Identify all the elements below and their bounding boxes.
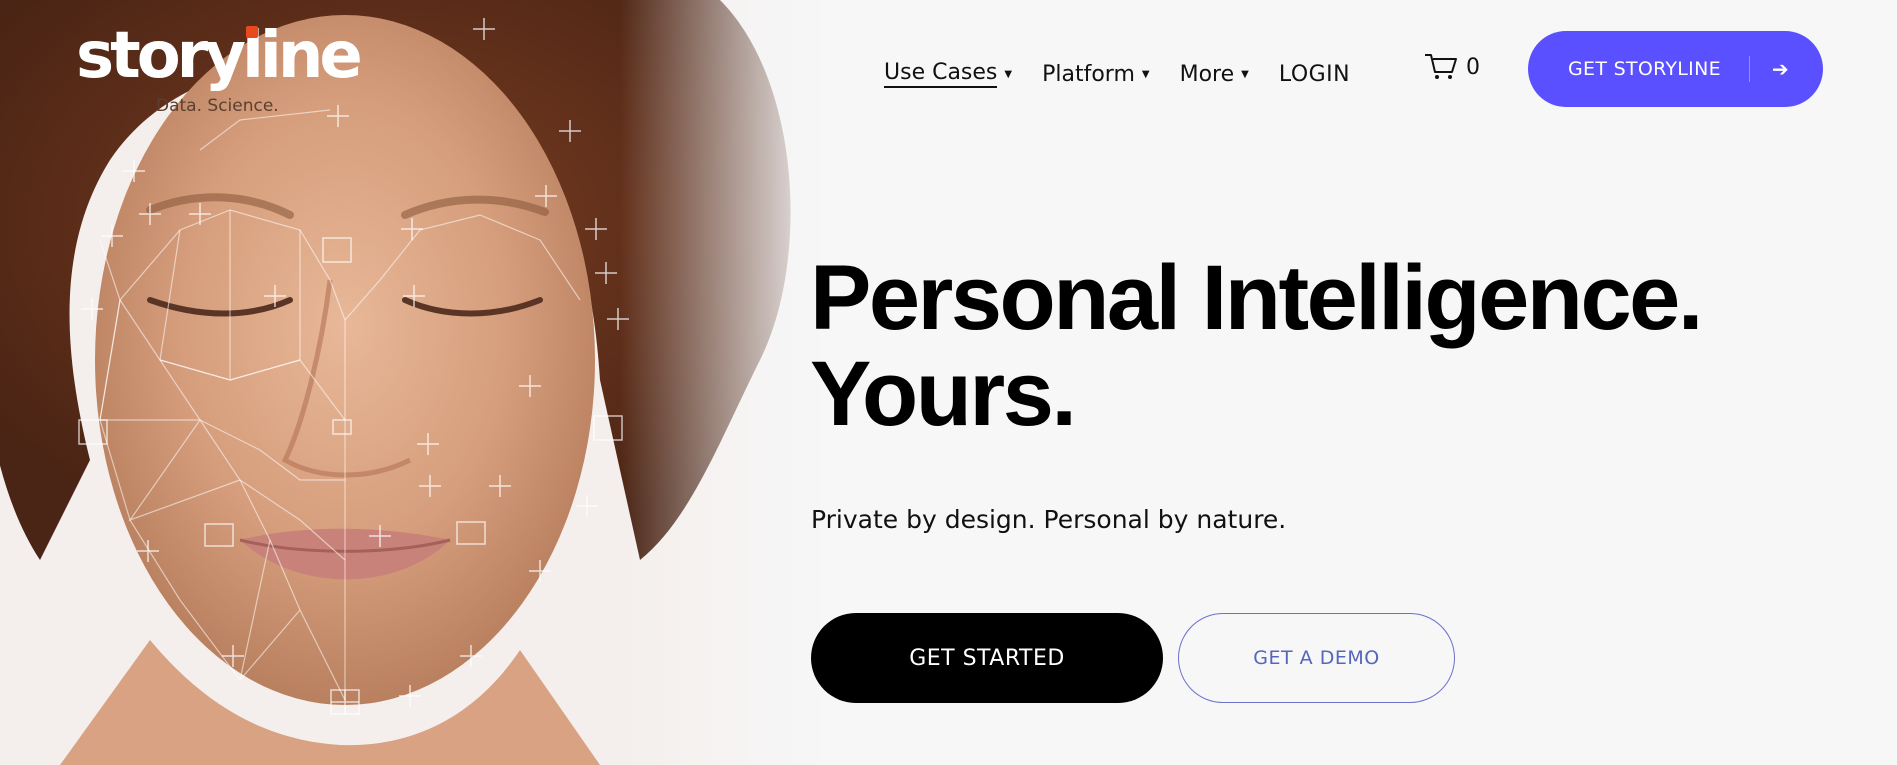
nav-item-label: Platform bbox=[1042, 61, 1135, 87]
get-storyline-button[interactable]: GET STORYLINE ➔ bbox=[1528, 31, 1823, 107]
main-nav: Use Cases ▼ Platform ▼ More ▼ LOGIN bbox=[884, 54, 1380, 94]
cart-button[interactable]: 0 bbox=[1424, 52, 1480, 82]
hero-subline: Private by design. Personal by nature. bbox=[811, 505, 1287, 534]
brand-tagline: Data. Science. bbox=[156, 96, 279, 116]
headline-line-2: Yours. bbox=[810, 343, 1077, 445]
brand-wordmark: storyline bbox=[76, 19, 363, 93]
cart-icon bbox=[1425, 54, 1457, 79]
nav-item-platform[interactable]: Platform ▼ bbox=[1042, 62, 1149, 87]
hero-headline: Personal Intelligence. Yours. bbox=[810, 247, 1703, 445]
arrow-right-icon: ➔ bbox=[1771, 57, 1789, 81]
login-link[interactable]: LOGIN bbox=[1279, 62, 1350, 87]
brand-logo[interactable]: storyline Data. Science. bbox=[76, 18, 363, 128]
get-storyline-label: GET STORYLINE bbox=[1568, 58, 1721, 80]
nav-item-label: Use Cases bbox=[884, 60, 998, 88]
caret-down-icon: ▼ bbox=[1141, 68, 1150, 80]
headline-line-1: Personal Intelligence. bbox=[810, 247, 1703, 349]
brand-accent-dot bbox=[246, 26, 258, 38]
nav-item-more[interactable]: More ▼ bbox=[1180, 62, 1249, 87]
get-a-demo-button[interactable]: GET A DEMO bbox=[1178, 613, 1455, 703]
button-divider bbox=[1748, 56, 1750, 82]
cart-count: 0 bbox=[1466, 54, 1480, 80]
caret-down-icon: ▼ bbox=[1241, 68, 1249, 80]
nav-item-label: More bbox=[1179, 61, 1235, 87]
get-started-button[interactable]: GET STARTED bbox=[811, 613, 1163, 703]
nav-item-use-cases[interactable]: Use Cases ▼ bbox=[884, 60, 1012, 88]
caret-down-icon: ▼ bbox=[1004, 68, 1013, 80]
